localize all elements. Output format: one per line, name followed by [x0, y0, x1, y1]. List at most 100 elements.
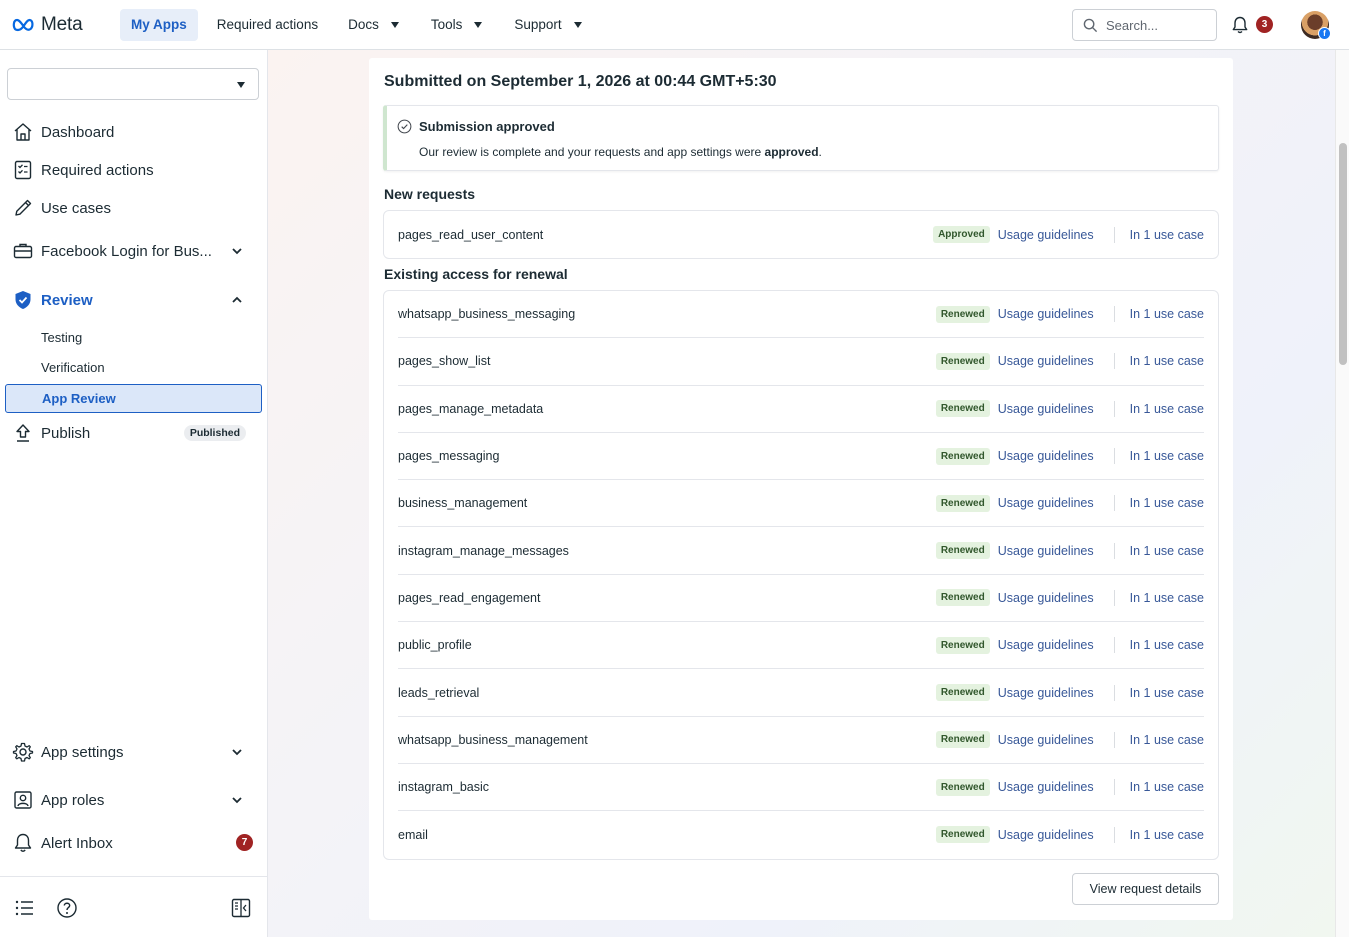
permission-name: pages_read_user_content — [398, 227, 544, 242]
help-icon[interactable] — [56, 897, 78, 919]
status-badge: Renewed — [935, 447, 990, 465]
usage-guidelines-link[interactable]: Usage guidelines — [998, 228, 1094, 242]
nav-support[interactable]: Support — [503, 9, 594, 41]
search-input[interactable] — [1106, 17, 1206, 33]
sidebar-item-app-roles[interactable]: App roles — [0, 783, 268, 817]
usage-guidelines-link[interactable]: Usage guidelines — [998, 544, 1094, 558]
sidebar-subitem-verification[interactable]: Verification — [5, 353, 262, 382]
nav-tools[interactable]: Tools — [420, 9, 496, 41]
permission-name: leads_retrieval — [398, 685, 480, 700]
usage-guidelines-link[interactable]: Usage guidelines — [998, 402, 1094, 416]
status-badge: Renewed — [935, 494, 990, 512]
approval-text-bold: approved — [764, 145, 819, 159]
use-case-link[interactable]: In 1 use case — [1130, 686, 1204, 700]
nav-docs[interactable]: Docs — [337, 9, 412, 41]
nav-my-apps[interactable]: My Apps — [120, 8, 198, 41]
sidebar-subitem-app-review[interactable]: App Review — [5, 384, 262, 413]
bell-icon — [14, 833, 32, 852]
renewal-list: whatsapp_business_messaging Renewed Usage … — [383, 290, 1219, 860]
sidebar-item-use-cases[interactable]: Use cases — [0, 191, 268, 225]
permission-name: instagram_basic — [398, 780, 490, 795]
sidebar-item-required-actions[interactable]: Required actions — [0, 153, 268, 187]
use-case-link[interactable]: In 1 use case — [1130, 733, 1204, 747]
status-badge: Renewed — [935, 778, 990, 796]
separator — [1113, 731, 1115, 748]
use-case-link[interactable]: In 1 use case — [1130, 354, 1204, 368]
permission-name: public_profile — [398, 638, 472, 653]
alert-count-badge: 7 — [236, 834, 253, 851]
use-case-link[interactable]: In 1 use case — [1130, 544, 1204, 558]
separator — [1113, 353, 1115, 370]
use-case-link[interactable]: In 1 use case — [1130, 449, 1204, 463]
notifications-bell-icon[interactable] — [1230, 15, 1250, 35]
usage-guidelines-link[interactable]: Usage guidelines — [998, 496, 1094, 510]
nav-support-label: Support — [514, 17, 562, 32]
sidebar-item-alert-inbox[interactable]: Alert Inbox 7 — [0, 826, 268, 860]
use-case-link[interactable]: In 1 use case — [1130, 496, 1204, 510]
search-box[interactable] — [1072, 9, 1217, 41]
status-badge: Renewed — [935, 352, 990, 370]
sidebar-item-dashboard[interactable]: Dashboard — [0, 115, 268, 149]
permission-name: business_management — [398, 496, 528, 511]
facebook-badge-icon: f — [1318, 27, 1331, 40]
use-case-link[interactable]: In 1 use case — [1130, 307, 1204, 321]
permission-name: pages_show_list — [398, 354, 491, 369]
upload-icon — [16, 424, 30, 442]
sidebar-subitem-label: Testing — [41, 330, 83, 345]
sidebar-item-app-settings[interactable]: App settings — [0, 735, 268, 769]
use-case-link[interactable]: In 1 use case — [1130, 780, 1204, 794]
use-case-link[interactable]: In 1 use case — [1130, 402, 1204, 416]
use-case-link[interactable]: In 1 use case — [1130, 591, 1204, 605]
sidebar-item-label: Use cases — [41, 199, 112, 217]
submission-title: Submitted on September 1, 2026 at 00:44 … — [384, 73, 777, 90]
usage-guidelines-link[interactable]: Usage guidelines — [998, 733, 1094, 747]
scrollbar[interactable] — [1335, 50, 1349, 937]
usage-guidelines-link[interactable]: Usage guidelines — [998, 828, 1094, 842]
usage-guidelines-link[interactable]: Usage guidelines — [998, 686, 1094, 700]
sidebar-item-publish[interactable]: Publish Published — [0, 416, 268, 450]
status-badge: Approved — [933, 226, 990, 244]
sidebar-subitem-testing[interactable]: Testing — [5, 323, 262, 352]
nav-required-actions[interactable]: Required actions — [206, 9, 329, 41]
caret-down-icon — [390, 21, 399, 28]
use-case-link[interactable]: In 1 use case — [1130, 228, 1204, 242]
nav-tools-label: Tools — [430, 17, 463, 32]
chevron-down-icon[interactable] — [232, 246, 242, 256]
sidebar-item-review[interactable]: Review — [0, 283, 268, 317]
sidebar-divider — [0, 876, 268, 877]
sidebar-item-facebook-login[interactable]: Facebook Login for Bus... — [0, 234, 268, 268]
view-request-details-button[interactable]: View request details — [1072, 873, 1219, 905]
scrollbar-thumb[interactable] — [1339, 143, 1347, 365]
published-badge: Published — [183, 425, 246, 441]
table-row: pages_read_user_content Approved Usage g… — [398, 211, 1204, 258]
checklist-icon — [14, 160, 32, 180]
separator — [1113, 826, 1115, 843]
meta-logo[interactable]: Meta — [12, 14, 112, 36]
use-case-link[interactable]: In 1 use case — [1130, 828, 1204, 842]
use-case-link[interactable]: In 1 use case — [1130, 638, 1204, 652]
list-icon[interactable] — [13, 897, 35, 919]
app-selector[interactable] — [7, 68, 259, 100]
permission-name: pages_messaging — [398, 449, 500, 464]
status-badge: Renewed — [935, 589, 990, 607]
collapse-sidebar-icon[interactable] — [230, 897, 252, 919]
usage-guidelines-link[interactable]: Usage guidelines — [998, 780, 1094, 794]
sidebar-item-label: Facebook Login for Bus... — [41, 242, 212, 260]
usage-guidelines-link[interactable]: Usage guidelines — [998, 449, 1094, 463]
pencil-icon — [15, 199, 32, 216]
table-row: instagram_manage_messages Renewed Usage gu… — [398, 527, 1204, 575]
gear-icon — [12, 742, 34, 762]
nav-required-actions-label: Required actions — [216, 17, 319, 32]
usage-guidelines-link[interactable]: Usage guidelines — [998, 591, 1094, 605]
status-badge: Renewed — [935, 636, 990, 654]
chevron-down-icon[interactable] — [232, 747, 242, 757]
usage-guidelines-link[interactable]: Usage guidelines — [998, 307, 1094, 321]
chevron-up-icon[interactable] — [232, 295, 242, 305]
usage-guidelines-link[interactable]: Usage guidelines — [998, 354, 1094, 368]
usage-guidelines-link[interactable]: Usage guidelines — [998, 638, 1094, 652]
approval-notice: Submission approved Our review is comple… — [383, 105, 1219, 171]
chevron-down-icon[interactable] — [232, 795, 242, 805]
separator — [1113, 637, 1115, 654]
separator — [1113, 448, 1115, 465]
nav-my-apps-label: My Apps — [131, 17, 187, 32]
